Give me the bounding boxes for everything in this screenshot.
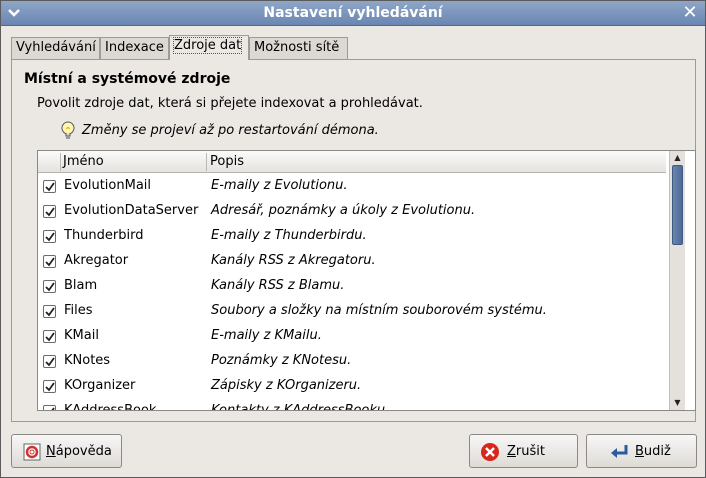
source-name: EvolutionMail bbox=[64, 178, 152, 193]
scroll-thumb[interactable] bbox=[672, 165, 683, 245]
window-title: Nastavení vyhledávání bbox=[263, 5, 443, 21]
source-name: KAddressBook bbox=[64, 403, 157, 411]
data-sources-table: Jméno Popis EvolutionMail E-maily z Evolu… bbox=[37, 150, 696, 411]
enter-arrow-icon bbox=[611, 445, 628, 458]
source-description: Kanály RSS z Blamu. bbox=[211, 278, 345, 293]
source-description: Soubory a složky na místním souborovém s… bbox=[211, 303, 547, 318]
source-name: KMail bbox=[64, 328, 99, 343]
source-name: Blam bbox=[64, 278, 98, 293]
table-row[interactable]: Akregator Kanály RSS z Akregatoru. bbox=[38, 249, 666, 274]
checkmark-icon bbox=[45, 282, 55, 292]
source-description: E-maily z Thunderbirdu. bbox=[211, 228, 367, 243]
source-name: Files bbox=[64, 303, 93, 318]
checkmark-icon bbox=[45, 182, 55, 192]
tab-search[interactable]: Vyhledávání bbox=[11, 37, 100, 59]
checkmark-icon bbox=[45, 332, 55, 342]
window-close-icon[interactable]: ✕ bbox=[680, 3, 700, 23]
tab-data-sources[interactable]: Zdroje dat bbox=[169, 35, 249, 60]
enable-checkbox[interactable] bbox=[43, 180, 56, 193]
source-name: EvolutionDataServer bbox=[64, 203, 199, 218]
source-description: Kontakty z KAddressBooku. bbox=[211, 403, 390, 411]
enable-checkbox[interactable] bbox=[43, 205, 56, 218]
tab-network-options-label: Možnosti sítě bbox=[254, 40, 340, 55]
cancel-button[interactable]: Zrušit bbox=[469, 434, 578, 468]
help-button[interactable]: Nápověda bbox=[11, 434, 122, 468]
source-name: Thunderbird bbox=[64, 228, 144, 243]
column-separator bbox=[60, 153, 61, 171]
enable-checkbox[interactable] bbox=[43, 255, 56, 268]
help-icon bbox=[23, 443, 41, 461]
table-rows: EvolutionMail E-maily z Evolutionu. Evolut… bbox=[38, 174, 666, 411]
checkmark-icon bbox=[45, 257, 55, 267]
checkmark-icon bbox=[45, 382, 55, 392]
source-description: Adresář, poznámky a úkoly z Evolutionu. bbox=[211, 203, 476, 218]
source-name: Akregator bbox=[64, 253, 129, 268]
tab-panel: Místní a systémové zdroje Povolit zdroje… bbox=[11, 59, 696, 422]
table-row[interactable]: KNotes Poznámky z KNotesu. bbox=[38, 349, 666, 374]
vertical-scrollbar[interactable]: ▲ ▼ bbox=[669, 151, 685, 410]
scroll-down-icon[interactable]: ▼ bbox=[670, 396, 685, 410]
tab-indexing[interactable]: Indexace bbox=[100, 37, 169, 59]
column-header-description[interactable]: Popis bbox=[210, 154, 244, 169]
enable-checkbox[interactable] bbox=[43, 230, 56, 243]
cancel-icon bbox=[481, 443, 499, 461]
close-button-label: Budiž bbox=[635, 444, 671, 459]
restart-hint: Změny se projeví až po restartování démo… bbox=[82, 123, 379, 138]
source-name: KNotes bbox=[64, 353, 111, 368]
enable-checkbox[interactable] bbox=[43, 355, 56, 368]
help-button-label: Nápověda bbox=[46, 444, 112, 459]
tab-search-label: Vyhledávání bbox=[16, 40, 96, 55]
title-bar[interactable]: Nastavení vyhledávání ✕ bbox=[1, 1, 705, 26]
table-row[interactable]: Files Soubory a složky na místním souboro… bbox=[38, 299, 666, 324]
source-description: E-maily z Evolutionu. bbox=[211, 178, 348, 193]
table-row[interactable]: KOrganizer Zápisky z KOrganizeru. bbox=[38, 374, 666, 399]
table-row[interactable]: EvolutionDataServer Adresář, poznámky a ú… bbox=[38, 199, 666, 224]
enable-checkbox[interactable] bbox=[43, 330, 56, 343]
table-row[interactable]: EvolutionMail E-maily z Evolutionu. bbox=[38, 174, 666, 199]
column-header-name[interactable]: Jméno bbox=[63, 154, 104, 169]
checkmark-icon bbox=[45, 357, 55, 367]
checkmark-icon bbox=[45, 207, 55, 217]
enable-checkbox[interactable] bbox=[43, 305, 56, 318]
dialog-window: Nastavení vyhledávání ✕ Vyhledávání Inde… bbox=[0, 0, 706, 478]
table-header: Jméno Popis bbox=[38, 151, 666, 173]
table-row[interactable]: KAddressBook Kontakty z KAddressBooku. bbox=[38, 399, 666, 411]
cancel-button-label: Zrušit bbox=[507, 444, 545, 459]
section-title: Místní a systémové zdroje bbox=[24, 71, 231, 87]
table-row[interactable]: KMail E-maily z KMailu. bbox=[38, 324, 666, 349]
checkmark-icon bbox=[51, 407, 55, 410]
column-separator bbox=[206, 153, 207, 171]
enable-checkbox[interactable] bbox=[43, 280, 56, 293]
checkmark-icon bbox=[45, 307, 55, 317]
source-description: E-maily z KMailu. bbox=[211, 328, 322, 343]
enable-checkbox[interactable] bbox=[43, 405, 56, 410]
table-row[interactable]: Blam Kanály RSS z Blamu. bbox=[38, 274, 666, 299]
close-button[interactable]: Budiž bbox=[586, 434, 697, 468]
enable-checkbox[interactable] bbox=[43, 380, 56, 393]
tab-indexing-label: Indexace bbox=[105, 40, 164, 55]
tab-network-options[interactable]: Možnosti sítě bbox=[249, 37, 348, 59]
source-description: Poznámky z KNotesu. bbox=[211, 353, 352, 368]
checkmark-icon bbox=[45, 232, 55, 242]
tab-data-sources-label: Zdroje dat bbox=[172, 37, 243, 54]
section-description: Povolit zdroje dat, která si přejete ind… bbox=[37, 96, 423, 111]
source-name: KOrganizer bbox=[64, 378, 136, 393]
table-row[interactable]: Thunderbird E-maily z Thunderbirdu. bbox=[38, 224, 666, 249]
source-description: Zápisky z KOrganizeru. bbox=[211, 378, 362, 393]
source-description: Kanály RSS z Akregatoru. bbox=[211, 253, 376, 268]
scroll-up-icon[interactable]: ▲ bbox=[670, 151, 685, 165]
lightbulb-icon bbox=[61, 121, 75, 139]
